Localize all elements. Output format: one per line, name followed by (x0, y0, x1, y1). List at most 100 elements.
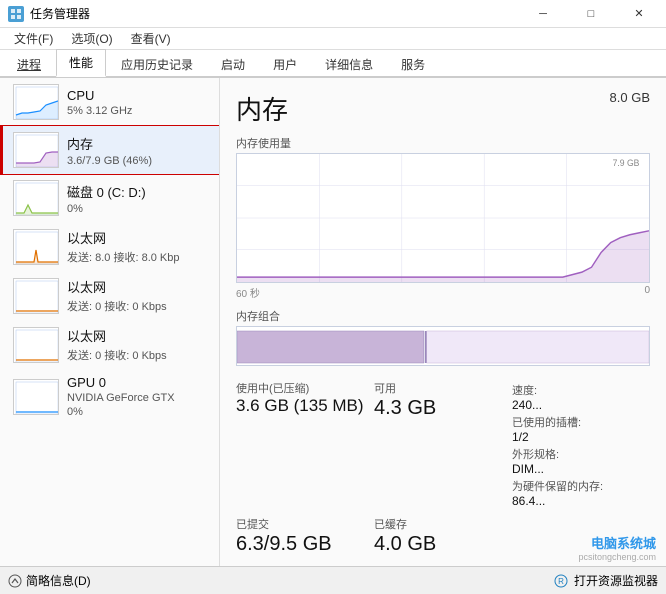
network2-name: 以太网 (67, 277, 209, 296)
tab-startup[interactable]: 启动 (208, 51, 258, 77)
inuse-label: 使用中(已压缩) (236, 380, 374, 396)
stats-grid: 使用中(已压缩) 3.6 GB (135 MB) 可用 4.3 GB 速度: 2… (236, 376, 650, 566)
stat-available: 可用 4.3 GB (374, 376, 512, 512)
gpu-info: GPU 0 NVIDIA GeForce GTX 0% (67, 375, 209, 418)
panel-header: 内存 8.0 GB (236, 90, 650, 127)
composition-section: 内存组合 (236, 308, 650, 366)
stat-empty3 (512, 560, 650, 566)
tab-performance[interactable]: 性能 (56, 49, 106, 77)
slots-value: 1/2 (512, 430, 650, 444)
minimize-button[interactable]: ─ (520, 0, 566, 28)
panel-total: 8.0 GB (610, 90, 650, 105)
gpu-detail2: 0% (67, 406, 209, 418)
tab-users[interactable]: 用户 (260, 51, 310, 77)
tab-process[interactable]: 进程 (4, 51, 54, 77)
network1-name: 以太网 (67, 228, 209, 247)
speed-label: 速度: (512, 382, 650, 398)
chart-time: 60 秒 0 (236, 285, 650, 300)
network1-info: 以太网 发送: 8.0 接收: 8.0 Kbp (67, 228, 209, 265)
time-left: 60 秒 (236, 285, 260, 300)
network1-detail: 发送: 8.0 接收: 8.0 Kbp (67, 249, 209, 265)
stat-inuse: 使用中(已压缩) 3.6 GB (135 MB) (236, 376, 374, 512)
cpu-info: CPU 5% 3.12 GHz (67, 88, 209, 117)
composition-chart (236, 326, 650, 366)
network2-info: 以太网 发送: 0 接收: 0 Kbps (67, 277, 209, 314)
monitor-icon: R (554, 574, 568, 588)
reserved-value: 86.4... (512, 494, 650, 508)
tab-details[interactable]: 详细信息 (312, 51, 386, 77)
memory-info: 内存 3.6/7.9 GB (46%) (67, 134, 209, 167)
committed-label: 已提交 (236, 516, 374, 532)
up-arrow-icon (8, 574, 22, 588)
app-icon (8, 6, 24, 22)
sidebar-item-cpu[interactable]: CPU 5% 3.12 GHz (0, 78, 219, 126)
nonpaged-label: 非分页缓冲池 (374, 564, 512, 566)
sidebar-item-disk[interactable]: 磁盘 0 (C: D:) 0% (0, 174, 219, 222)
tab-services[interactable]: 服务 (388, 51, 438, 77)
reserved-label: 为硬件保留的内存: (512, 478, 650, 494)
main-content: CPU 5% 3.12 GHz 内存 3.6/7.9 GB (46%) (0, 78, 666, 566)
available-value: 4.3 GB (374, 396, 512, 420)
network3-info: 以太网 发送: 0 接收: 0 Kbps (67, 326, 209, 363)
memory-detail: 3.6/7.9 GB (46%) (67, 155, 209, 167)
network3-name: 以太网 (67, 326, 209, 345)
titlebar: 任务管理器 ─ □ ✕ (0, 0, 666, 28)
network2-detail: 发送: 0 接收: 0 Kbps (67, 298, 209, 314)
chart-label: 内存使用量 (236, 135, 650, 151)
svg-text:R: R (558, 577, 564, 586)
committed-value: 6.3/9.5 GB (236, 532, 374, 556)
menu-file[interactable]: 文件(F) (6, 28, 61, 49)
bottombar: 简略信息(D) R 打开资源监视器 (0, 566, 666, 594)
slots-label: 已使用的插槽: (512, 414, 650, 430)
network2-thumbnail (13, 278, 59, 314)
menu-options[interactable]: 选项(O) (63, 28, 120, 49)
resource-monitor[interactable]: R 打开资源监视器 (554, 572, 658, 589)
sidebar-item-network2[interactable]: 以太网 发送: 0 接收: 0 Kbps (0, 271, 219, 320)
stat-speed: 速度: 240... 已使用的插槽: 1/2 外形规格: DIM... 为硬件保… (512, 376, 650, 512)
close-button[interactable]: ✕ (616, 0, 662, 28)
sidebar-item-network3[interactable]: 以太网 发送: 0 接收: 0 Kbps (0, 320, 219, 369)
sidebar-item-gpu[interactable]: GPU 0 NVIDIA GeForce GTX 0% (0, 369, 219, 424)
titlebar-left: 任务管理器 (8, 5, 90, 22)
stat-committed: 已提交 6.3/9.5 GB (236, 512, 374, 560)
right-panel: 内存 8.0 GB 内存使用量 (220, 78, 666, 566)
svg-text:7.9 GB: 7.9 GB (613, 158, 640, 168)
form-label: 外形规格: (512, 446, 650, 462)
cached-value: 4.0 GB (374, 532, 512, 556)
stat-cached: 已缓存 4.0 GB (374, 512, 512, 560)
menubar: 文件(F) 选项(O) 查看(V) (0, 28, 666, 50)
gpu-name: GPU 0 (67, 375, 209, 390)
memory-usage-chart: 7.9 GB (236, 153, 650, 283)
memory-thumbnail (13, 132, 59, 168)
gpu-detail: NVIDIA GeForce GTX (67, 392, 209, 404)
tabbar: 进程 性能 应用历史记录 启动 用户 详细信息 服务 (0, 50, 666, 78)
memory-name: 内存 (67, 134, 209, 153)
tab-history[interactable]: 应用历史记录 (108, 51, 206, 77)
sidebar-item-network1[interactable]: 以太网 发送: 8.0 接收: 8.0 Kbp (0, 222, 219, 271)
speed-value: 240... (512, 398, 650, 412)
disk-info: 磁盘 0 (C: D:) 0% (67, 182, 209, 215)
cached-label: 已缓存 (374, 516, 512, 532)
menu-view[interactable]: 查看(V) (123, 28, 179, 49)
form-value: DIM... (512, 462, 650, 476)
time-right: 0 (644, 285, 650, 300)
paged-label: 分页缓冲池 (236, 564, 374, 566)
gpu-thumbnail (13, 379, 59, 415)
maximize-button[interactable]: □ (568, 0, 614, 28)
sidebar: CPU 5% 3.12 GHz 内存 3.6/7.9 GB (46%) (0, 78, 220, 566)
stat-nonpaged: 非分页缓冲池 180 MB (374, 560, 512, 566)
disk-name: 磁盘 0 (C: D:) (67, 182, 209, 201)
window-controls: ─ □ ✕ (520, 0, 662, 28)
cpu-detail: 5% 3.12 GHz (67, 105, 209, 117)
app-title: 任务管理器 (30, 5, 90, 22)
network3-thumbnail (13, 327, 59, 363)
inuse-value: 3.6 GB (135 MB) (236, 396, 374, 416)
cpu-thumbnail (13, 84, 59, 120)
summary-info[interactable]: 简略信息(D) (8, 572, 91, 589)
sidebar-item-memory[interactable]: 内存 3.6/7.9 GB (46%) (0, 126, 219, 174)
panel-title: 内存 (236, 90, 288, 127)
network3-detail: 发送: 0 接收: 0 Kbps (67, 347, 209, 363)
cpu-name: CPU (67, 88, 209, 103)
composition-label: 内存组合 (236, 308, 650, 324)
resource-label: 打开资源监视器 (574, 572, 658, 589)
